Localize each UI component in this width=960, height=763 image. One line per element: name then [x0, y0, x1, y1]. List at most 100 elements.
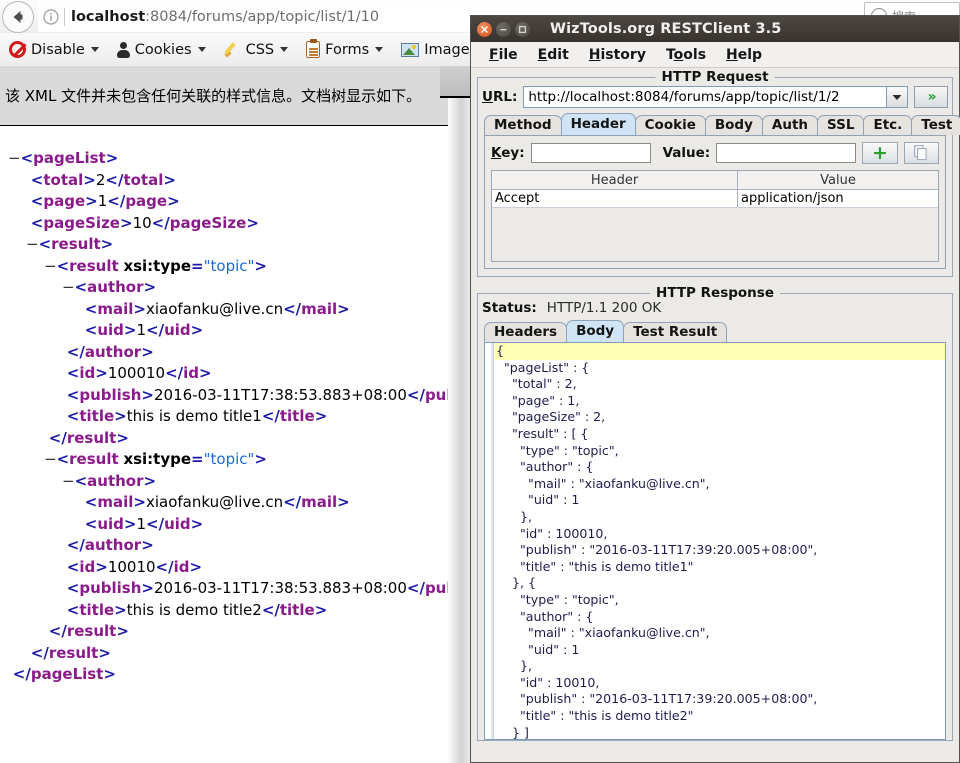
tab-test-result[interactable]: Test Result	[623, 322, 728, 342]
xml-token: page	[43, 192, 86, 210]
json-line: "page" : 1,	[496, 392, 580, 408]
xml-collapse-toggle[interactable]: −	[62, 472, 75, 490]
json-line: "uid" : 1	[496, 641, 580, 657]
copy-header-button[interactable]	[903, 142, 939, 164]
menu-item-edit[interactable]: Edit	[528, 47, 579, 63]
tab-method[interactable]: Method	[484, 115, 562, 135]
xml-token: 10	[132, 213, 152, 232]
xml-token: xsi:type	[123, 450, 192, 468]
xml-tree-line: <page>1</page>	[0, 191, 448, 213]
xml-token: xiaofanku@live.cn	[145, 299, 284, 318]
menu-item-tools[interactable]: Tools	[656, 47, 716, 63]
xml-collapse-toggle[interactable]: −	[62, 278, 75, 296]
xml-token: <	[66, 364, 80, 382]
response-body-viewer[interactable]: { "pageList" : { "total" : 2, "page" : 1…	[484, 342, 946, 740]
xml-collapse-toggle[interactable]: −	[44, 450, 57, 468]
xml-token: title	[279, 600, 315, 619]
url-dropdown-button[interactable]	[886, 86, 908, 108]
menu-item-help[interactable]: Help	[716, 47, 772, 63]
restclient-menubar: File Edit History Tools Help	[471, 42, 959, 68]
tab-headers[interactable]: Headers	[484, 322, 568, 342]
response-tab-strip: Headers Body Test Result	[478, 320, 952, 342]
xml-token: </	[155, 557, 174, 576]
response-body-text: { "pageList" : { "total" : 2, "page" : 1…	[494, 343, 945, 739]
request-header-pane: Key: Value: + Header Value Accept applic…	[484, 135, 946, 269]
chevron-down-icon	[280, 47, 289, 52]
xml-token: id	[183, 364, 200, 382]
xml-stylesheet-notice: 该 XML 文件并未包含任何关联的样式信息。文档树显示如下。	[0, 66, 470, 126]
xml-tree-line: </result>	[0, 643, 448, 665]
xml-collapse-toggle[interactable]: −	[8, 149, 21, 167]
tab-body[interactable]: Body	[566, 320, 625, 342]
url-combobox[interactable]	[523, 86, 908, 108]
json-line: "total" : 2,	[496, 376, 577, 392]
column-header-header: Header	[492, 171, 738, 189]
http-request-title: HTTP Request	[655, 69, 775, 85]
devtool-forms-menu[interactable]: Forms	[297, 33, 392, 66]
tab-header[interactable]: Header	[560, 113, 636, 135]
add-header-button[interactable]: +	[862, 142, 898, 164]
xml-token: >	[95, 557, 108, 576]
xml-token: title	[79, 407, 115, 425]
xml-tree-line: −<result xsi:type="topic">	[0, 449, 448, 471]
xml-token: result	[69, 450, 119, 468]
xml-token: >	[83, 170, 96, 189]
xml-tree-line: </author>	[0, 342, 448, 364]
xml-token: </	[66, 536, 85, 554]
xml-token: </	[283, 493, 302, 511]
devtool-css-menu[interactable]: CSS	[215, 33, 298, 66]
xml-token: <	[66, 407, 80, 425]
xml-token: "topic"	[203, 450, 255, 468]
xml-token: <	[30, 170, 44, 189]
window-close-button[interactable]	[477, 21, 492, 37]
xml-tree-line: </result>	[0, 428, 448, 450]
url-input[interactable]	[523, 86, 886, 108]
xml-token: >	[314, 600, 328, 619]
headers-table[interactable]: Header Value Accept application/json	[491, 170, 939, 262]
xml-token: <	[56, 256, 70, 275]
tab-etc[interactable]: Etc.	[863, 115, 913, 135]
tab-cookie[interactable]: Cookie	[634, 115, 706, 135]
back-button[interactable]	[2, 0, 34, 33]
chevron-down-icon	[375, 47, 384, 52]
xml-token: pageList	[30, 665, 104, 683]
xml-collapse-toggle[interactable]: −	[44, 257, 57, 275]
xml-collapse-toggle[interactable]: −	[26, 235, 39, 253]
xml-token: >	[246, 213, 259, 232]
xml-token: >	[116, 622, 129, 640]
xml-token: =	[191, 256, 204, 275]
xml-token: 2016-03-11T17:38:53.883+08:00	[153, 385, 407, 404]
header-key-input[interactable]	[530, 143, 651, 163]
xml-token: uid	[97, 321, 124, 339]
devtool-cookies-menu[interactable]: Cookies	[108, 33, 215, 66]
xml-tree-line: <id>100010</id>	[0, 363, 448, 385]
xml-token: >	[103, 665, 116, 683]
page-info-icon[interactable]	[38, 5, 64, 29]
chevron-down-icon	[892, 94, 902, 100]
tab-body[interactable]: Body	[704, 115, 763, 135]
devtool-disable-menu[interactable]: Disable	[0, 33, 108, 66]
tab-auth[interactable]: Auth	[761, 115, 819, 135]
xml-token: </	[48, 428, 67, 447]
xml-token: mail	[97, 299, 134, 318]
url-host: localhost	[71, 8, 146, 25]
menu-item-history[interactable]: History	[579, 47, 656, 63]
json-line: "publish" : "2016-03-11T17:39:20.005+08:…	[496, 691, 818, 707]
xml-token: id	[79, 557, 96, 576]
tab-ssl[interactable]: SSL	[817, 115, 865, 135]
header-value-input[interactable]	[716, 143, 857, 163]
send-request-button[interactable]: »	[914, 86, 948, 108]
window-minimize-button[interactable]	[496, 21, 511, 37]
status-value: HTTP/1.1 200 OK	[542, 300, 948, 316]
xml-token: <	[66, 385, 80, 404]
tab-test[interactable]: Test	[911, 115, 960, 135]
images-icon	[401, 42, 420, 57]
xml-token: </	[66, 342, 85, 361]
menu-item-file[interactable]: File	[479, 47, 528, 63]
window-maximize-button[interactable]	[515, 21, 530, 37]
xml-token: >	[95, 364, 108, 382]
xml-tree-line: <uid>1</uid>	[0, 320, 448, 342]
address-bar-url: localhost:8084/forums/app/topic/list/1/1…	[71, 9, 379, 25]
table-row[interactable]: Accept application/json	[492, 190, 938, 208]
page-scrollbar-top[interactable]	[440, 66, 472, 98]
